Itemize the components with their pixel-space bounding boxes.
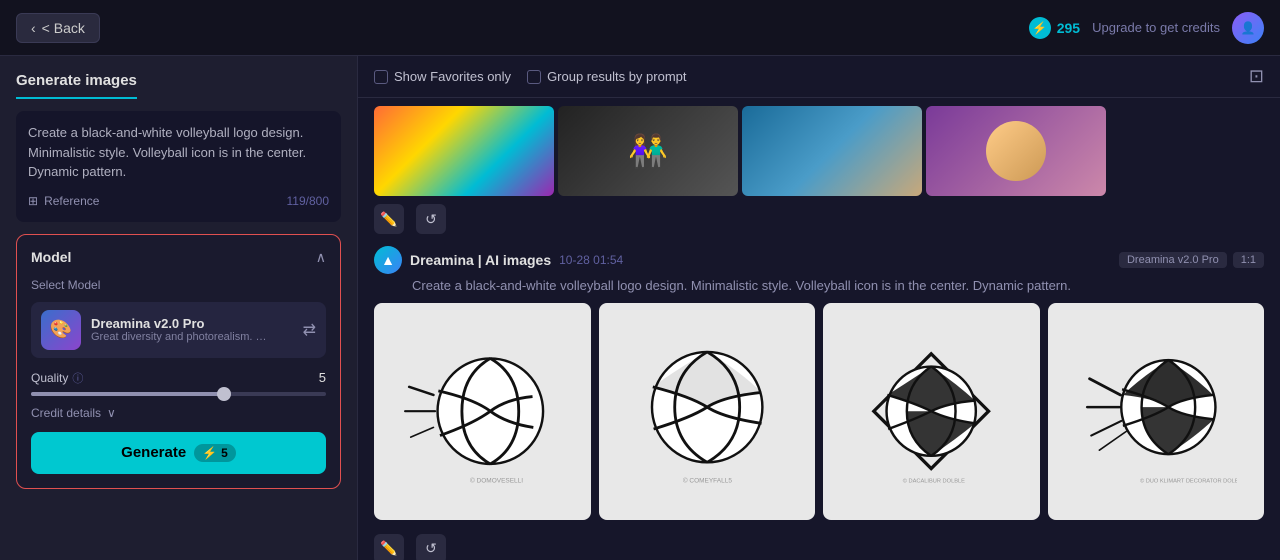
model-settings-icon[interactable]: ⇄ (303, 320, 316, 340)
model-card[interactable]: 🎨 Dreamina v2.0 Pro Great diversity and … (31, 302, 326, 358)
slider-thumb (217, 387, 231, 401)
model-section-title: Model (31, 249, 71, 265)
thumbnail-1[interactable] (374, 106, 554, 196)
info-icon: ⓘ (72, 370, 83, 386)
image-card-2[interactable]: © COMEYFALL5 (599, 303, 816, 520)
group-results-checkbox[interactable] (527, 70, 541, 84)
save-icon[interactable]: ⊡ (1249, 66, 1264, 87)
panel-title-wrapper: Generate images (16, 72, 341, 99)
top-right: ⚡ 295 Upgrade to get credits 👤 (1029, 12, 1264, 44)
lightning-icon: ⚡ (202, 446, 217, 460)
svg-text:© DOMOVESELLI: © DOMOVESELLI (470, 477, 523, 485)
main-content: Generate images Create a black-and-white… (0, 56, 1280, 560)
model-badge: Dreamina v2.0 Pro (1119, 252, 1227, 268)
reference-label: Reference (44, 194, 99, 208)
thumbnail-strip: 👫 (358, 98, 1280, 200)
top-bar: ‹ < Back ⚡ 295 Upgrade to get credits 👤 (0, 0, 1280, 56)
image-card-1[interactable]: © DOMOVESELLI (374, 303, 591, 520)
ai-title: Dreamina | AI images (410, 252, 551, 268)
generate-cost: 5 (221, 446, 228, 460)
model-thumbnail: 🎨 (41, 310, 81, 350)
quality-label: Quality ⓘ (31, 370, 83, 386)
back-button[interactable]: ‹ < Back (16, 13, 100, 43)
right-panel: Show Favorites only Group results by pro… (358, 56, 1280, 560)
ai-avatar-icon: ▲ (374, 246, 402, 274)
image-grid: © DOMOVESELLI © COMEYFALL5 (374, 303, 1264, 528)
ai-header: ▲ Dreamina | AI images 10-28 01:54 Dream… (374, 246, 1264, 274)
chevron-down-icon: ∨ (107, 406, 116, 420)
show-favorites-filter[interactable]: Show Favorites only (374, 69, 511, 84)
back-icon: ‹ (31, 20, 36, 36)
show-favorites-label: Show Favorites only (394, 69, 511, 84)
bottom-refresh-icon[interactable]: ↺ (416, 534, 446, 560)
thumbnail-4[interactable] (926, 106, 1106, 196)
credits-icon: ⚡ (1029, 17, 1051, 39)
model-name: Dreamina v2.0 Pro (91, 316, 293, 331)
generate-button[interactable]: Generate ⚡ 5 (31, 432, 326, 474)
upgrade-button[interactable]: Upgrade to get credits (1092, 20, 1220, 35)
group-results-label: Group results by prompt (547, 69, 686, 84)
section-header: Model ∧ (31, 249, 326, 266)
credits-display: ⚡ 295 (1029, 17, 1080, 39)
credits-amount: 295 (1057, 20, 1080, 36)
filters-left: Show Favorites only Group results by pro… (374, 69, 687, 84)
left-panel: Generate images Create a black-and-white… (0, 56, 358, 560)
ai-timestamp: 10-28 01:54 (559, 253, 623, 267)
prompt-text: Create a black-and-white volleyball logo… (28, 123, 329, 182)
generate-cost-badge: ⚡ 5 (194, 444, 236, 462)
char-count: 119/800 (287, 192, 330, 210)
chevron-up-icon[interactable]: ∧ (316, 249, 326, 266)
slider-fill (31, 392, 223, 396)
avatar[interactable]: 👤 (1232, 12, 1264, 44)
thumbnail-2[interactable]: 👫 (558, 106, 738, 196)
quality-row: Quality ⓘ 5 (31, 370, 326, 386)
svg-text:© DUO KLIMART DECORATOR DOLBLE: © DUO KLIMART DECORATOR DOLBLE (1140, 478, 1237, 485)
thumbnail-3[interactable] (742, 106, 922, 196)
ai-prompt-text: Create a black-and-white volleyball logo… (412, 278, 1264, 293)
group-results-filter[interactable]: Group results by prompt (527, 69, 686, 84)
bottom-action-row: ✏️ ↺ (374, 528, 1264, 560)
right-top-bar: Show Favorites only Group results by pro… (358, 56, 1280, 98)
refresh-icon[interactable]: ↺ (416, 204, 446, 234)
svg-text:© DACALIBUR DOLBLE: © DACALIBUR DOLBLE (903, 478, 965, 485)
ai-badges: Dreamina v2.0 Pro 1:1 (1119, 252, 1264, 268)
prompt-box: Create a black-and-white volleyball logo… (16, 111, 341, 222)
edit-icon[interactable]: ✏️ (374, 204, 404, 234)
top-action-row: ✏️ ↺ (358, 200, 1280, 242)
svg-text:© COMEYFALL5: © COMEYFALL5 (682, 477, 731, 485)
model-desc: Great diversity and photorealism. Of... (91, 331, 271, 343)
prompt-footer: ⊞ Reference 119/800 (28, 192, 329, 210)
image-card-3[interactable]: © DACALIBUR DOLBLE (823, 303, 1040, 520)
reference-button[interactable]: ⊞ Reference (28, 194, 99, 208)
generate-label: Generate (121, 444, 186, 461)
ai-section: ▲ Dreamina | AI images 10-28 01:54 Dream… (358, 242, 1280, 560)
show-favorites-checkbox[interactable] (374, 70, 388, 84)
model-section: Model ∧ Select Model 🎨 Dreamina v2.0 Pro… (16, 234, 341, 489)
back-label: < Back (42, 20, 85, 36)
credit-details-label: Credit details (31, 406, 101, 420)
image-card-4[interactable]: © DUO KLIMART DECORATOR DOLBLE (1048, 303, 1265, 520)
bottom-edit-icon[interactable]: ✏️ (374, 534, 404, 560)
quality-value: 5 (319, 370, 326, 385)
credit-details-row[interactable]: Credit details ∨ (31, 406, 326, 420)
quality-slider[interactable] (31, 392, 326, 396)
ratio-badge: 1:1 (1233, 252, 1264, 268)
reference-icon: ⊞ (28, 194, 38, 208)
model-info: Dreamina v2.0 Pro Great diversity and ph… (91, 316, 293, 343)
select-model-label: Select Model (31, 278, 326, 292)
panel-title: Generate images (16, 72, 137, 99)
